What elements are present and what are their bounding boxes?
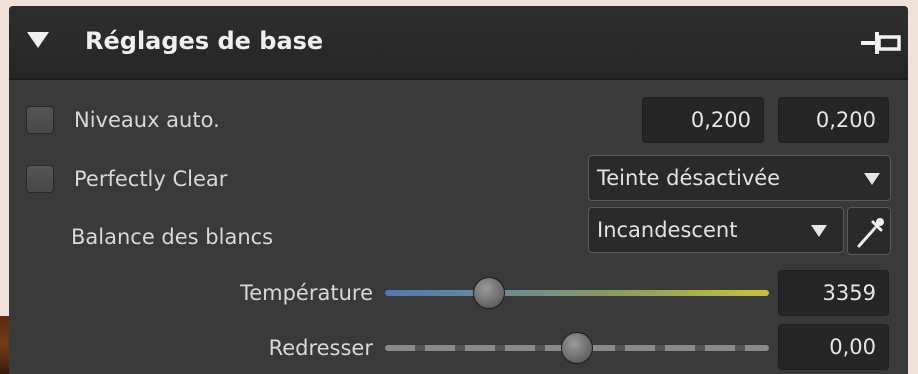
panel-header[interactable]: Réglages de base — [9, 6, 908, 80]
perfectly-clear-checkbox[interactable] — [26, 165, 54, 193]
temperature-value[interactable]: 3359 — [778, 270, 889, 316]
temperature-slider-track[interactable] — [385, 290, 769, 296]
tint-dropdown[interactable]: Teinte désactivée — [588, 155, 891, 201]
eyedropper-button[interactable] — [847, 207, 891, 255]
straighten-slider-handle[interactable] — [561, 332, 593, 364]
chevron-down-icon — [811, 225, 827, 237]
white-balance-dropdown-value: Incandescent — [597, 218, 738, 242]
temperature-slider-handle[interactable] — [472, 277, 505, 309]
temperature-label: Température — [239, 281, 373, 305]
niveaux-auto-label: Niveaux auto. — [74, 108, 220, 132]
niveaux-auto-high-value[interactable]: 0,200 — [778, 97, 889, 143]
panel-title: Réglages de base — [85, 27, 324, 55]
niveaux-auto-low-value[interactable]: 0,200 — [642, 97, 764, 143]
basic-settings-panel: Réglages de base Niveaux auto. 0,200 0,2… — [9, 6, 908, 374]
straighten-label: Redresser — [268, 336, 373, 360]
perfectly-clear-label: Perfectly Clear — [74, 167, 228, 191]
tint-dropdown-value: Teinte désactivée — [597, 166, 781, 190]
straighten-value[interactable]: 0,00 — [778, 324, 889, 370]
white-balance-dropdown[interactable]: Incandescent — [588, 207, 844, 253]
eyedropper-icon — [857, 218, 884, 248]
chevron-down-icon — [864, 173, 880, 185]
niveaux-auto-checkbox[interactable] — [26, 106, 54, 134]
white-balance-label: Balance des blancs — [71, 225, 274, 249]
pin-icon[interactable] — [859, 28, 903, 58]
triangle-down-icon[interactable] — [27, 32, 49, 48]
